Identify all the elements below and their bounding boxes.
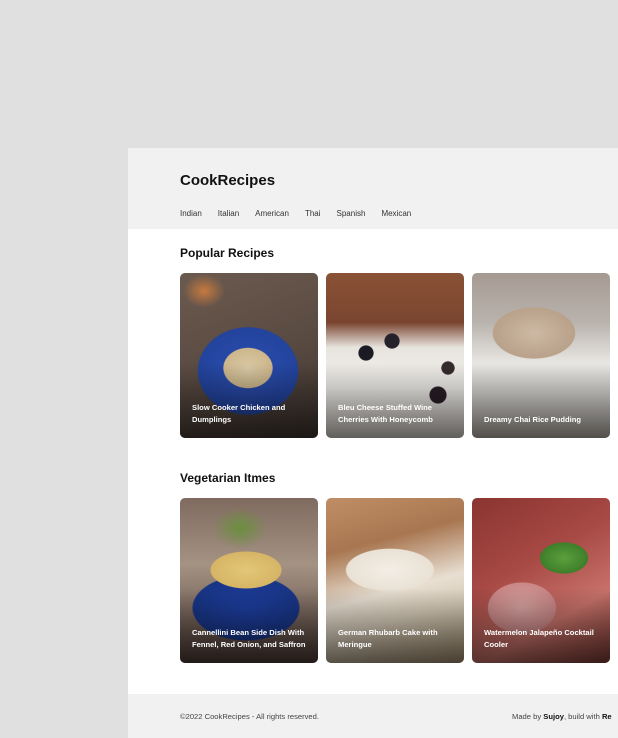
copyright-text: ©2022 CookRecipes - All rights reserved. [180,712,319,721]
cuisine-nav: Indian Italian American Thai Spanish Mex… [180,209,411,218]
recipe-card[interactable]: Slow Cooker Chicken and Dumplings [180,273,318,438]
author-name: Sujoy [543,712,564,721]
nav-link-italian[interactable]: Italian [218,209,239,218]
recipe-title: German Rhubarb Cake with Meringue [338,628,438,649]
footer: ©2022 CookRecipes - All rights reserved.… [128,694,618,738]
recipe-title: Bleu Cheese Stuffed Wine Cherries With H… [338,403,433,424]
nav-link-american[interactable]: American [255,209,289,218]
recipe-card[interactable]: Dreamy Chai Rice Pudding [472,273,610,438]
recipe-card[interactable]: Watermelon Jalapeño Cocktail Cooler [472,498,610,663]
nav-link-spanish[interactable]: Spanish [337,209,366,218]
framework-name: Re [601,712,612,721]
recipe-title: Dreamy Chai Rice Pudding [484,415,582,424]
recipe-card[interactable]: German Rhubarb Cake with Meringue [326,498,464,663]
recipe-title: Cannellini Bean Side Dish With Fennel, R… [192,628,306,649]
vegetarian-items-carousel: Cannellini Bean Side Dish With Fennel, R… [180,498,618,663]
recipe-title: Watermelon Jalapeño Cocktail Cooler [484,628,594,649]
popular-recipes-carousel: Slow Cooker Chicken and Dumplings Bleu C… [180,273,618,438]
vegetarian-items-heading: Vegetarian Itmes [180,471,276,485]
nav-link-thai[interactable]: Thai [305,209,321,218]
nav-link-indian[interactable]: Indian [180,209,202,218]
brand-logo[interactable]: CookRecipes [180,172,275,189]
made-by-text: Made by Sujoy, build with Re [512,712,612,721]
nav-link-mexican[interactable]: Mexican [381,209,411,218]
header: CookRecipes Indian Italian American Thai… [128,148,618,229]
recipe-card[interactable]: Cannellini Bean Side Dish With Fennel, R… [180,498,318,663]
recipe-title: Slow Cooker Chicken and Dumplings [192,403,286,424]
recipe-card[interactable]: Bleu Cheese Stuffed Wine Cherries With H… [326,273,464,438]
popular-recipes-heading: Popular Recipes [180,246,275,260]
app-window: CookRecipes Indian Italian American Thai… [128,148,618,738]
